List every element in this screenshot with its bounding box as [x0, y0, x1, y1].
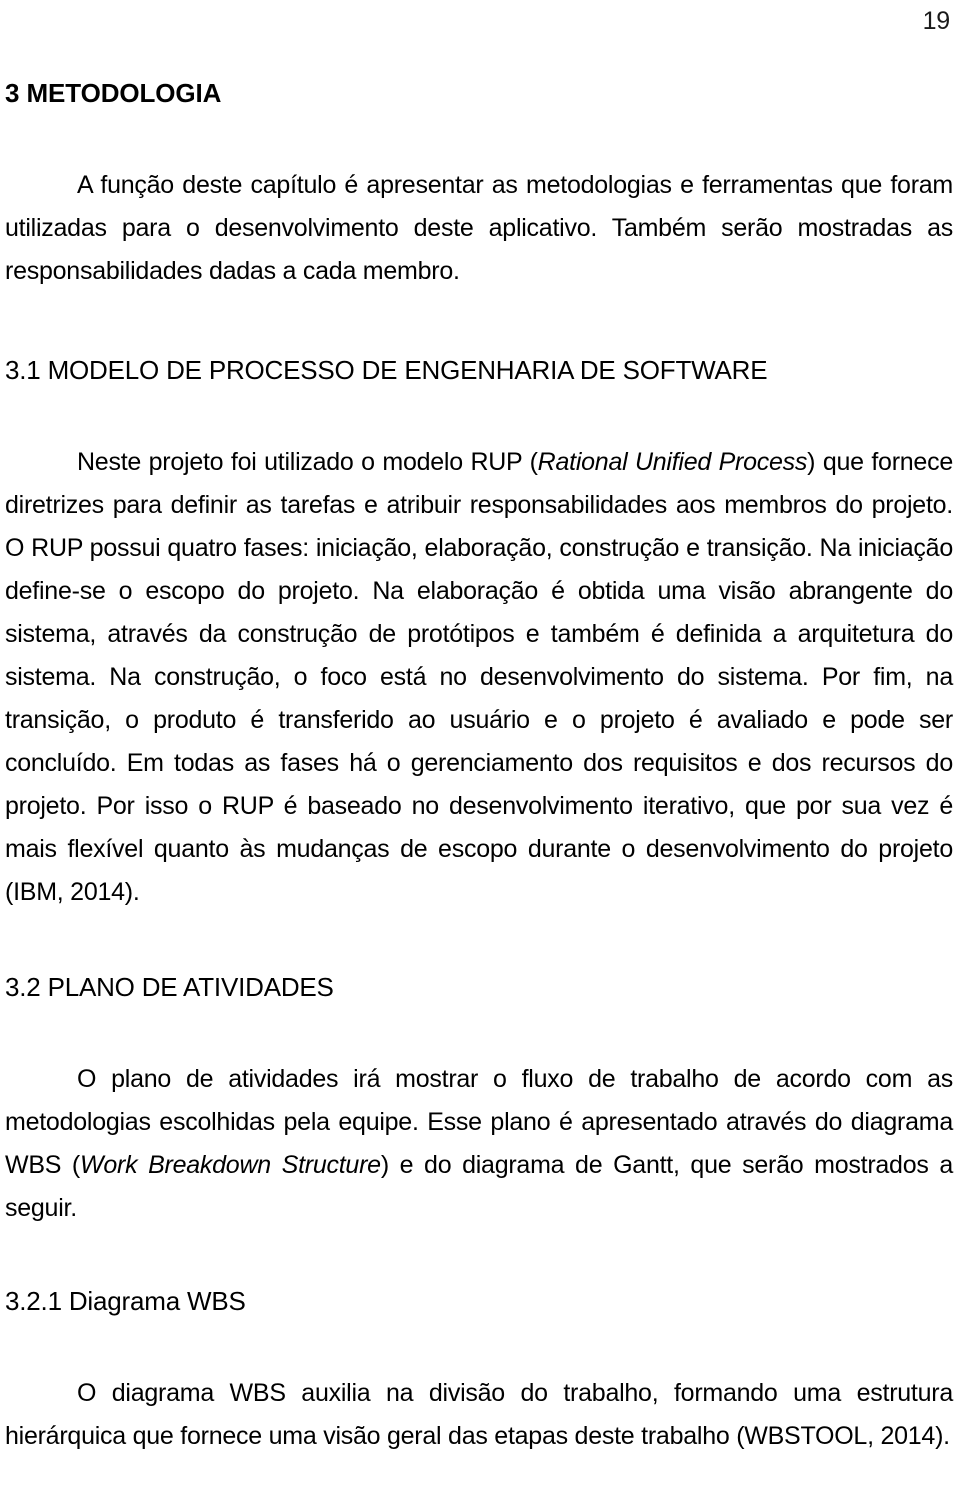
- document-body: 3 METODOLOGIA A função deste capítulo é …: [5, 78, 953, 1458]
- paragraph-rup-text-before: Neste projeto foi utilizado o modelo RUP…: [77, 448, 538, 476]
- paragraph-wbs: O diagrama WBS auxilia na divisão do tra…: [5, 1379, 953, 1450]
- chapter-heading: 3 METODOLOGIA: [5, 78, 222, 108]
- paragraph-rup-text-after: ) que fornece diretrizes para definir as…: [5, 448, 953, 906]
- page-number: 19: [922, 7, 951, 35]
- paragraph-intro: A função deste capítulo é apresentar as …: [5, 171, 953, 285]
- paragraph-plano-italic-term: Work Breakdown Structure: [80, 1151, 381, 1179]
- paragraph-rup-italic-term: Rational Unified Process: [537, 448, 808, 476]
- paragraph-plano: O plano de atividades irá mostrar o flux…: [5, 1058, 953, 1230]
- paragraph-rup: Neste projeto foi utilizado o modelo RUP…: [5, 441, 953, 914]
- subsection-heading-3-2-1: 3.2.1 Diagrama WBS: [5, 1286, 246, 1316]
- document-page: 19 3 METODOLOGIA A função deste capítulo…: [0, 0, 960, 1505]
- section-heading-3-1: 3.1 MODELO DE PROCESSO DE ENGENHARIA DE …: [5, 355, 768, 385]
- section-heading-3-2: 3.2 PLANO DE ATIVIDADES: [5, 972, 334, 1002]
